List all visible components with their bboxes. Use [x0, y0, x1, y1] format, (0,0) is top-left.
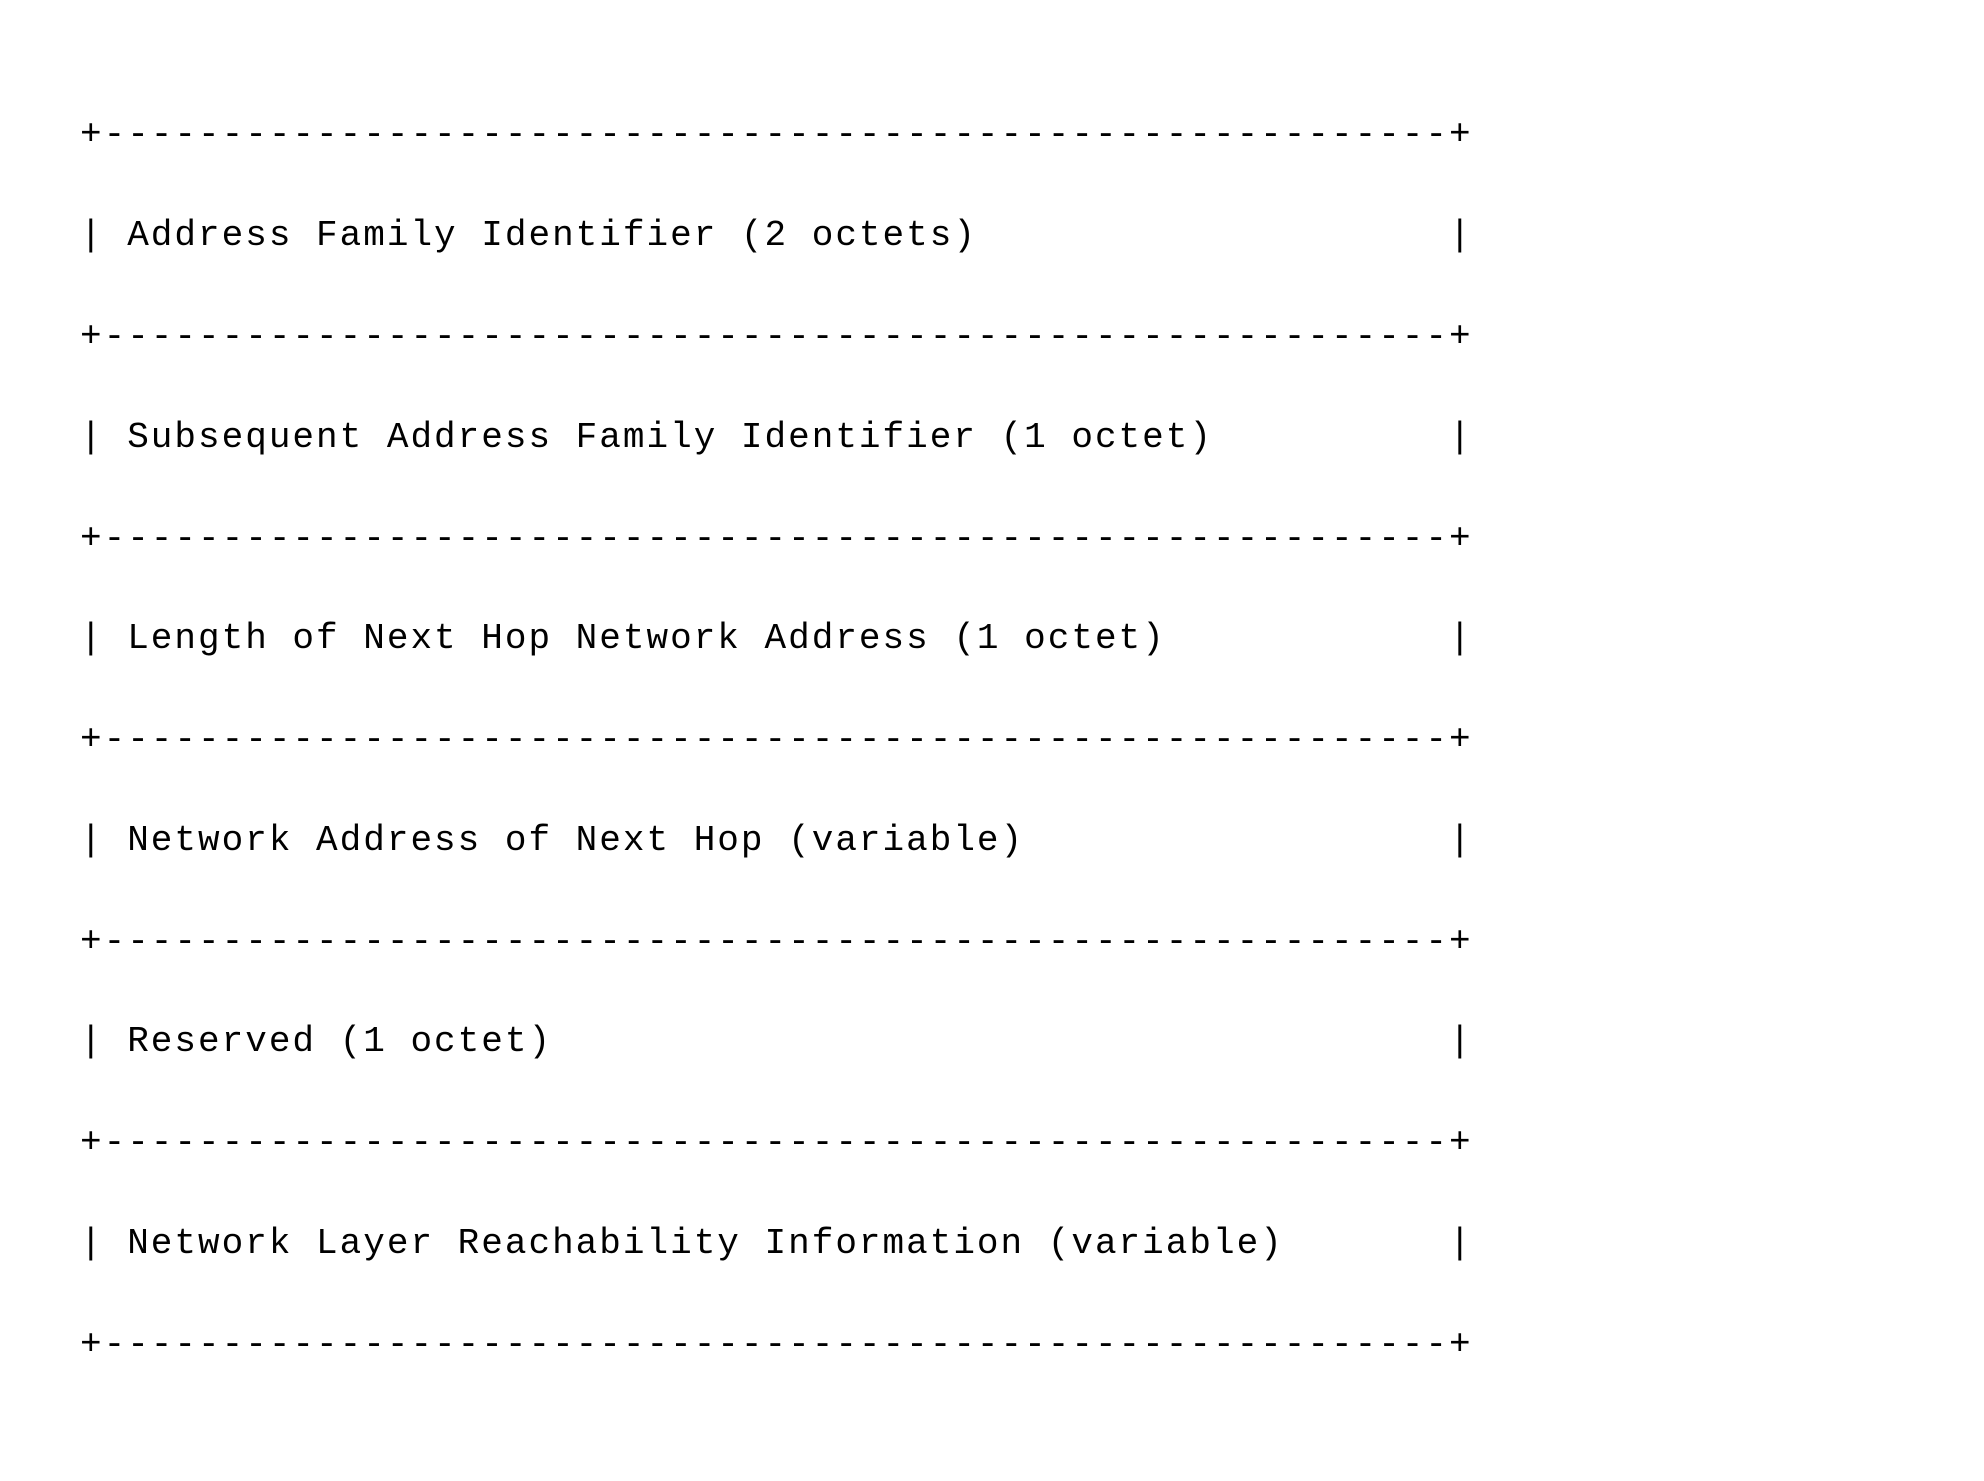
border-row: +---------------------------------------…: [80, 312, 1904, 362]
border-row: +---------------------------------------…: [80, 917, 1904, 967]
border-bottom: +---------------------------------------…: [80, 1320, 1904, 1370]
field-nexthop-length: | Length of Next Hop Network Address (1 …: [80, 614, 1904, 664]
field-afi: | Address Family Identifier (2 octets) |: [80, 211, 1904, 261]
field-nlri: | Network Layer Reachability Information…: [80, 1219, 1904, 1269]
field-reserved: | Reserved (1 octet) |: [80, 1017, 1904, 1067]
border-top: +---------------------------------------…: [80, 110, 1904, 160]
packet-format-diagram: +---------------------------------------…: [80, 60, 1904, 1421]
field-safi: | Subsequent Address Family Identifier (…: [80, 413, 1904, 463]
field-nexthop-address: | Network Address of Next Hop (variable)…: [80, 816, 1904, 866]
border-row: +---------------------------------------…: [80, 1118, 1904, 1168]
border-row: +---------------------------------------…: [80, 715, 1904, 765]
border-row: +---------------------------------------…: [80, 514, 1904, 564]
